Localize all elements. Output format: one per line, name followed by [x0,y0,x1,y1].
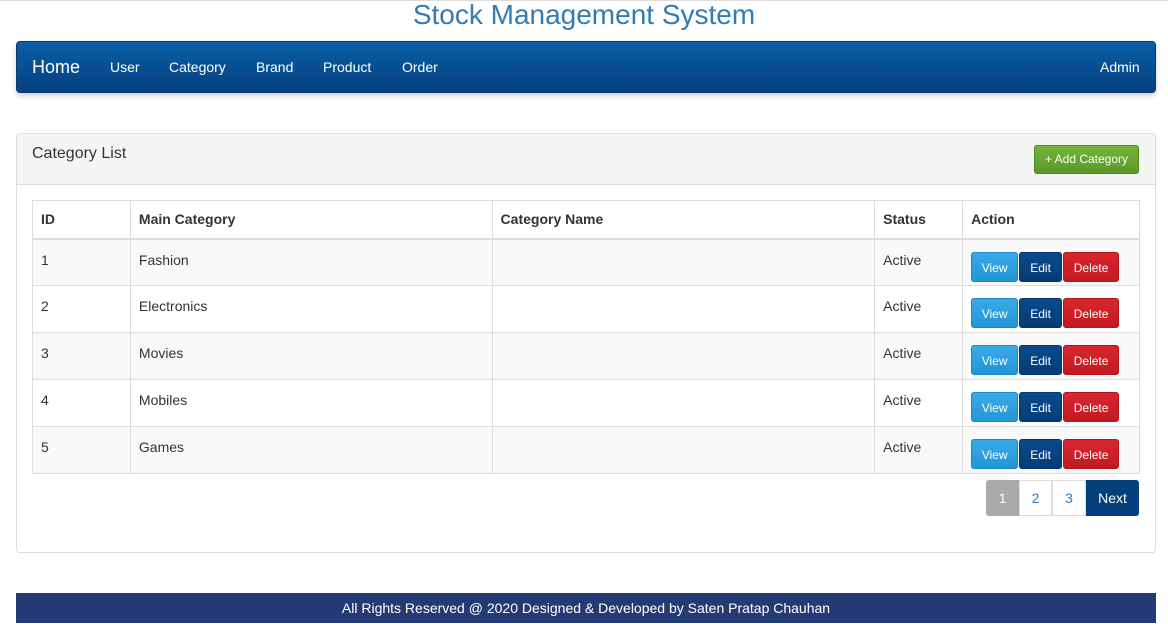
edit-button[interactable]: Edit [1019,345,1063,375]
delete-button[interactable]: Delete [1063,439,1120,469]
cell-action: View Edit Delete [962,426,1140,474]
nav-order[interactable]: Order [402,42,438,92]
cell-id: 3 [32,332,131,380]
view-button[interactable]: View [971,439,1019,469]
cell-main-category: Games [129,426,493,474]
table-row: 3 Movies Active View Edit Delete [32,332,1140,380]
delete-button[interactable]: Delete [1063,392,1120,422]
category-table: ID Main Category Category Name Status Ac… [32,200,1140,474]
cell-action: View Edit Delete [962,332,1140,380]
cell-category-name [491,285,876,333]
table-row: 5 Games Active View Edit Delete [32,426,1140,474]
cell-id: 4 [32,379,131,427]
view-button[interactable]: View [971,392,1019,422]
cell-main-category: Fashion [129,238,493,286]
edit-button[interactable]: Edit [1019,298,1063,328]
cell-action: View Edit Delete [962,238,1140,286]
nav-brand[interactable]: Brand [256,42,293,92]
nav-user[interactable]: User [110,42,140,92]
header-main-category: Main Category [129,200,493,240]
category-panel: Category List + Add Category ID Main Cat… [16,133,1156,553]
nav-category[interactable]: Category [169,42,226,92]
delete-button[interactable]: Delete [1063,251,1120,282]
cell-main-category: Mobiles [129,379,493,427]
nav-product[interactable]: Product [323,42,371,92]
nav-admin[interactable]: Admin [1100,42,1140,92]
cell-action: View Edit Delete [962,379,1140,427]
view-button[interactable]: View [971,251,1019,282]
page-1-button[interactable]: 1 [986,480,1019,516]
cell-category-name [491,379,876,427]
cell-action: View Edit Delete [962,285,1140,333]
panel-heading: Category List + Add Category [17,134,1155,185]
nav-home[interactable]: Home [32,42,80,92]
next-page-button[interactable]: Next [1086,480,1139,516]
header-action: Action [962,200,1140,240]
cell-category-name [491,332,876,380]
cell-id: 1 [32,238,131,286]
cell-status: Active [874,332,964,380]
navbar: Home User Category Brand Product Order A… [16,41,1156,93]
cell-main-category: Electronics [129,285,493,333]
view-button[interactable]: View [971,345,1019,375]
edit-button[interactable]: Edit [1019,251,1063,282]
page-2-button[interactable]: 2 [1019,480,1052,516]
cell-id: 5 [32,426,131,474]
header-status: Status [874,200,964,240]
cell-status: Active [874,238,964,286]
cell-category-name [491,426,876,474]
cell-category-name [491,238,876,286]
edit-button[interactable]: Edit [1019,439,1063,469]
delete-button[interactable]: Delete [1063,345,1120,375]
cell-id: 2 [32,285,131,333]
table-row: 1 Fashion Active View Edit Delete [32,238,1140,286]
header-id: ID [32,200,131,240]
edit-button[interactable]: Edit [1019,392,1063,422]
header-category-name: Category Name [491,200,876,240]
table-header-row: ID Main Category Category Name Status Ac… [32,200,1140,240]
delete-button[interactable]: Delete [1063,298,1120,328]
cell-status: Active [874,426,964,474]
page-3-button[interactable]: 3 [1052,480,1086,516]
cell-status: Active [874,379,964,427]
view-button[interactable]: View [971,298,1019,328]
site-title: Stock Management System [412,0,756,30]
cell-status: Active [874,285,964,333]
cell-main-category: Movies [129,332,493,380]
table-row: 4 Mobiles Active View Edit Delete [32,379,1140,427]
table-row: 2 Electronics Active View Edit Delete [32,285,1140,333]
panel-title: Category List [32,145,127,162]
footer: All Rights Reserved @ 2020 Designed & De… [16,593,1156,623]
add-category-button[interactable]: + Add Category [1034,145,1139,174]
